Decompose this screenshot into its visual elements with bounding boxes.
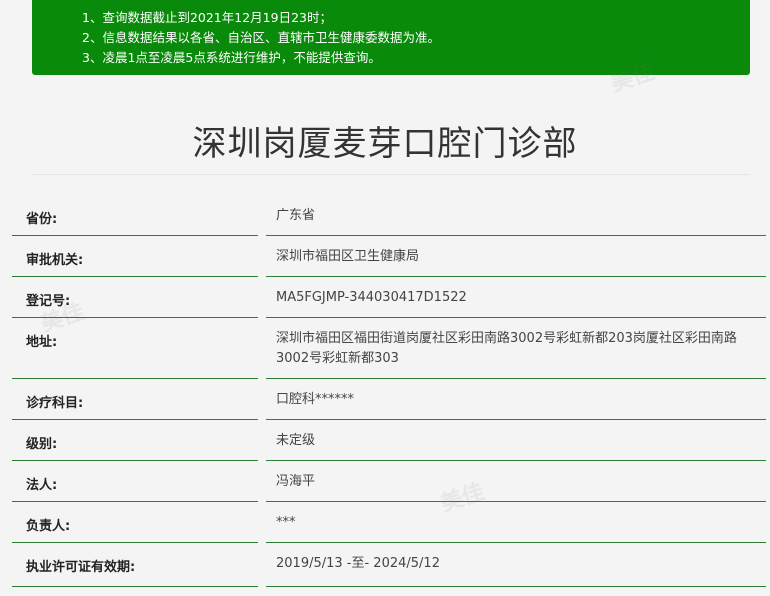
row-divider xyxy=(266,378,766,379)
field-label: 地址: xyxy=(26,335,58,350)
row-divider xyxy=(266,235,766,236)
field-label: 登记号: xyxy=(26,294,71,309)
row-divider xyxy=(266,586,766,587)
field-value: 冯海平 xyxy=(276,474,316,489)
row-divider xyxy=(266,419,766,420)
field-value: 未定级 xyxy=(276,433,316,448)
notice-line-1: 1、查询数据截止到2021年12月19日23时； xyxy=(82,10,332,25)
field-label: 法人: xyxy=(26,478,58,493)
field-value: 深圳市福田区福田街道岗厦社区彩田南路3002号彩虹新都203岗厦社区彩田南路30… xyxy=(276,331,737,366)
row-divider xyxy=(12,542,258,543)
field-value: MA5FGJMP-344030417D1522 xyxy=(276,290,467,305)
field-label: 诊疗科目: xyxy=(26,396,84,411)
field-label: 省份: xyxy=(26,212,58,227)
field-value: 深圳市福田区卫生健康局 xyxy=(276,249,420,264)
row-divider xyxy=(266,276,766,277)
row-divider xyxy=(266,460,766,461)
field-label: 执业许可证有效期: xyxy=(26,560,136,575)
row-divider xyxy=(12,317,258,318)
row-divider xyxy=(12,378,258,379)
notice-line-2: 2、信息数据结果以各省、自治区、直辖市卫生健康委数据为准。 xyxy=(82,30,440,45)
page-title: 深圳岗厦麦芽口腔门诊部 xyxy=(192,124,578,164)
field-label: 审批机关: xyxy=(26,253,84,268)
field-value: 口腔科****** xyxy=(276,392,355,407)
row-divider xyxy=(266,542,766,543)
notice-banner: 1、查询数据截止到2021年12月19日23时； 2、信息数据结果以各省、自治区… xyxy=(32,0,750,75)
notice-line-3: 3、凌晨1点至凌晨5点系统进行维护，不能提供查询。 xyxy=(82,50,381,65)
row-divider xyxy=(12,419,258,420)
row-divider xyxy=(12,235,258,236)
row-divider xyxy=(12,586,258,587)
field-value: 广东省 xyxy=(276,208,316,223)
row-divider xyxy=(12,460,258,461)
field-label: 级别: xyxy=(26,437,58,452)
field-value: 2019/5/13 -至- 2024/5/12 xyxy=(276,556,440,571)
title-divider xyxy=(32,174,750,175)
field-value: *** xyxy=(276,515,296,530)
row-divider xyxy=(12,276,258,277)
row-divider xyxy=(266,317,766,318)
row-divider xyxy=(12,501,258,502)
field-label: 负责人: xyxy=(26,519,71,534)
row-divider xyxy=(266,501,766,502)
